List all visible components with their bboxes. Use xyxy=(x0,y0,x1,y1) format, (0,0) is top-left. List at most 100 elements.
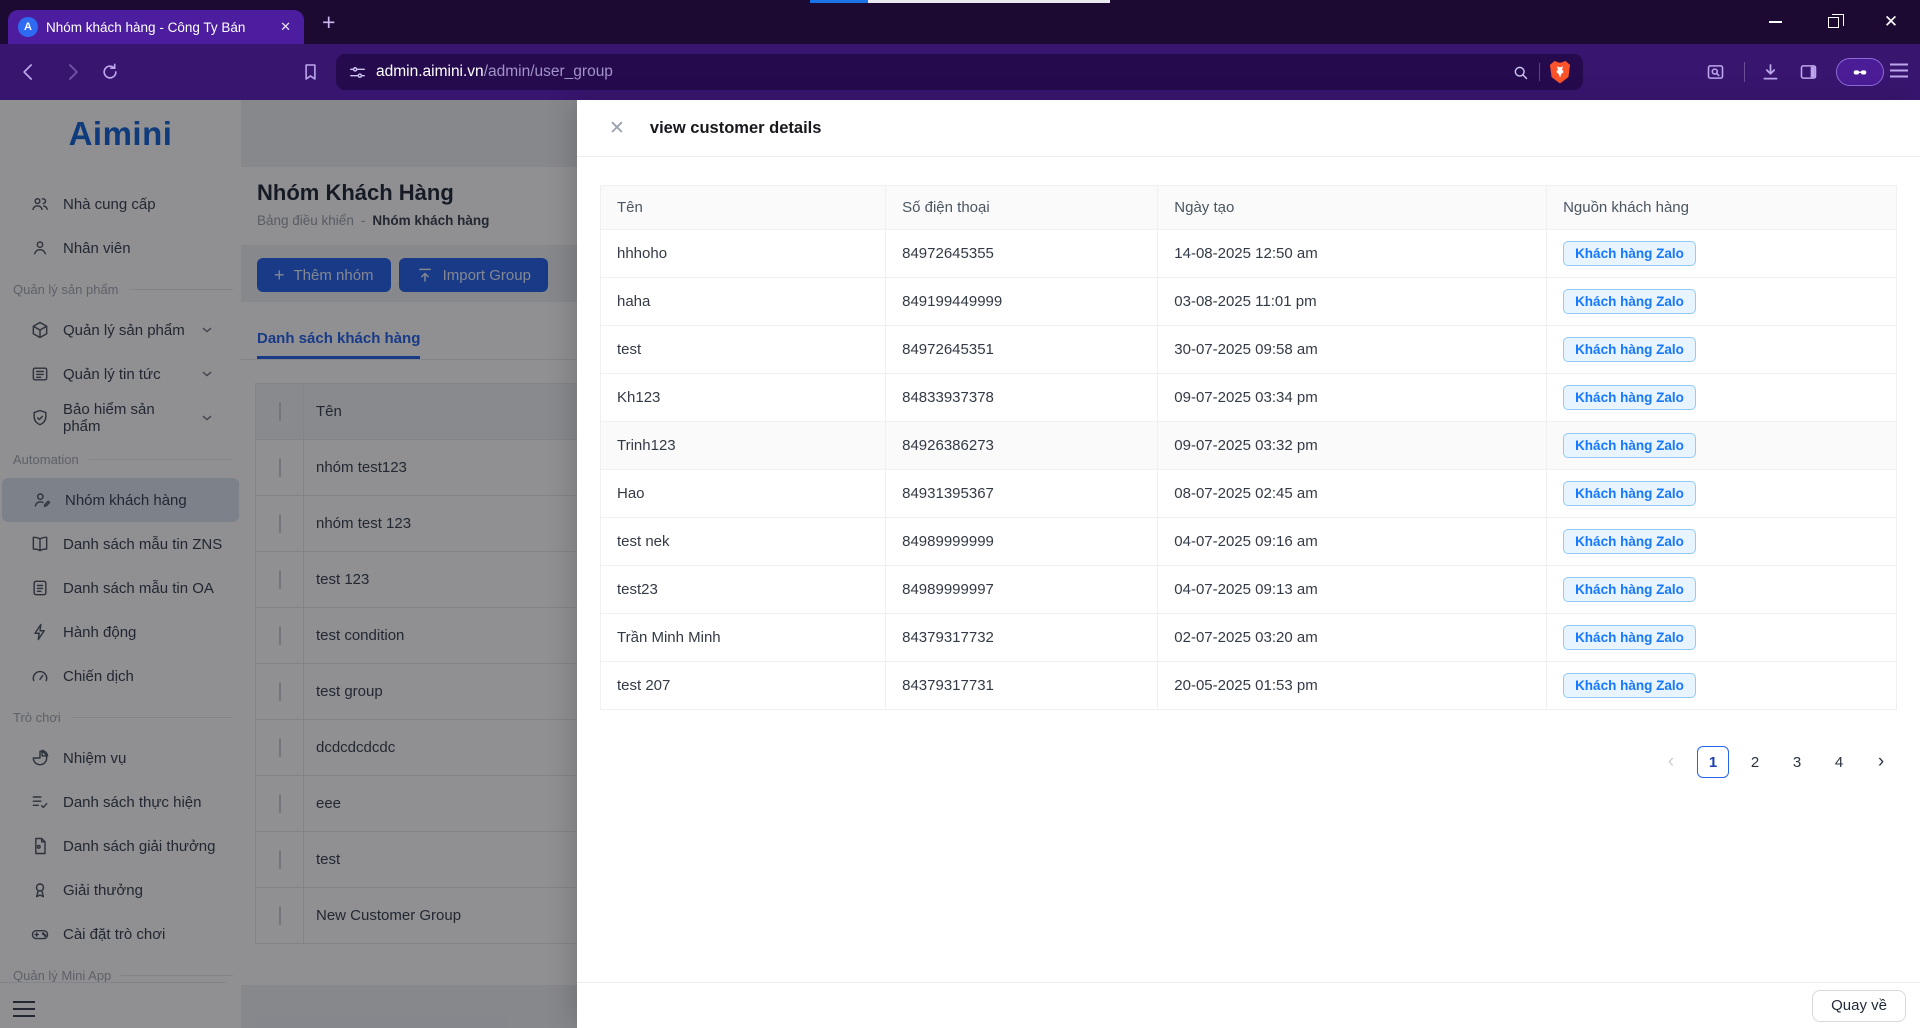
pagination-page-3[interactable]: 3 xyxy=(1781,746,1813,778)
pagination-next[interactable]: › xyxy=(1865,746,1897,778)
tab-close-icon[interactable]: ✕ xyxy=(277,19,294,35)
customer-phone-cell: 84833937378 xyxy=(885,373,1159,422)
customer-created-cell: 30-07-2025 09:58 am xyxy=(1157,325,1548,374)
url-host: admin.aimini.vn xyxy=(376,63,484,80)
vpn-glasses-icon xyxy=(1850,62,1870,82)
pagination-page-2[interactable]: 2 xyxy=(1739,746,1771,778)
customer-created-cell: 04-07-2025 09:16 am xyxy=(1157,517,1548,566)
column-header-nguon-khach-hang: Nguồn khách hàng xyxy=(1546,185,1897,230)
customer-name-cell: hhhoho xyxy=(599,229,887,278)
bookmark-icon[interactable] xyxy=(300,62,321,83)
drawer-header: ✕ view customer details xyxy=(577,100,1920,157)
customer-row[interactable]: Trinh123 84926386273 09-07-2025 03:32 pm Kh… xyxy=(599,421,1897,470)
url-divider xyxy=(1539,63,1540,81)
side-panel-icon[interactable] xyxy=(1798,62,1819,83)
customer-phone-cell: 84989999999 xyxy=(885,517,1159,566)
customer-source-cell: Khách hàng Zalo xyxy=(1546,325,1897,374)
customer-source-cell: Khách hàng Zalo xyxy=(1546,565,1897,614)
url-text: admin.aimini.vn/admin/user_group xyxy=(376,63,613,81)
brave-vpn-button[interactable] xyxy=(1836,58,1884,86)
customer-name-cell: Trinh123 xyxy=(599,421,887,470)
customer-source-cell: Khách hàng Zalo xyxy=(1546,661,1897,710)
brave-shields-icon[interactable] xyxy=(1549,60,1571,84)
new-tab-button[interactable]: + xyxy=(322,11,335,34)
address-bar[interactable]: admin.aimini.vn/admin/user_group xyxy=(336,54,1583,90)
customer-row[interactable]: Trần Minh Minh 84379317732 02-07-2025 03:2… xyxy=(599,613,1897,662)
search-tabs-icon[interactable] xyxy=(1705,62,1726,83)
customer-phone-cell: 84379317732 xyxy=(885,613,1159,662)
customer-phone-cell: 84989999997 xyxy=(885,565,1159,614)
customer-created-cell: 09-07-2025 03:32 pm xyxy=(1157,421,1548,470)
url-path: /admin/user_group xyxy=(483,63,613,80)
customer-source-cell: Khách hàng Zalo xyxy=(1546,613,1897,662)
customer-row[interactable]: haha 849199449999 03-08-2025 11:01 pm Khách… xyxy=(599,277,1897,326)
customer-phone-cell: 84972645351 xyxy=(885,325,1159,374)
customer-source-cell: Khách hàng Zalo xyxy=(1546,229,1897,278)
customer-created-cell: 02-07-2025 03:20 am xyxy=(1157,613,1548,662)
customer-row[interactable]: Kh123 84833937378 09-07-2025 03:34 pm Khách… xyxy=(599,373,1897,422)
pagination-prev: ‹ xyxy=(1667,751,1675,772)
customer-phone-cell: 84379317731 xyxy=(885,661,1159,710)
pagination: ‹ 1 2 3 4 › xyxy=(600,746,1897,778)
column-header-ngay-tao: Ngày tạo xyxy=(1157,185,1548,230)
reload-icon[interactable] xyxy=(100,62,120,82)
customer-phone-cell: 849199449999 xyxy=(885,277,1159,326)
browser-tab-active[interactable]: A Nhóm khách hàng - Công Ty Bán ✕ xyxy=(8,10,304,44)
toolbar-divider xyxy=(1744,62,1745,82)
customer-phone-cell: 84972645355 xyxy=(885,229,1159,278)
customer-table-header-row: Tên Số điện thoại Ngày tạo Nguồn khách hàng xyxy=(599,185,1897,230)
source-badge: Khách hàng Zalo xyxy=(1563,673,1696,698)
customer-row[interactable]: hhhoho 84972645355 14-08-2025 12:50 am Khác… xyxy=(599,229,1897,278)
customer-row[interactable]: test nek 84989999999 04-07-2025 09:16 am Kh… xyxy=(599,517,1897,566)
customer-source-cell: Khách hàng Zalo xyxy=(1546,421,1897,470)
customer-name-cell: test23 xyxy=(599,565,887,614)
search-icon[interactable] xyxy=(1511,63,1530,82)
customer-created-cell: 09-07-2025 03:34 pm xyxy=(1157,373,1548,422)
source-badge: Khách hàng Zalo xyxy=(1563,529,1696,554)
drawer-body: Tên Số điện thoại Ngày tạo Nguồn khách hàng… xyxy=(577,157,1920,982)
customer-source-cell: Khách hàng Zalo xyxy=(1546,469,1897,518)
customer-name-cell: Kh123 xyxy=(599,373,887,422)
drawer-footer: Quay về xyxy=(577,982,1920,1028)
window-close-button[interactable]: ✕ xyxy=(1862,0,1920,44)
customer-created-cell: 04-07-2025 09:13 am xyxy=(1157,565,1548,614)
tab-title: Nhóm khách hàng - Công Ty Bán xyxy=(46,19,246,35)
customer-created-cell: 08-07-2025 02:45 am xyxy=(1157,469,1548,518)
customer-row[interactable]: test 84972645351 30-07-2025 09:58 am Khách … xyxy=(599,325,1897,374)
source-badge: Khách hàng Zalo xyxy=(1563,337,1696,362)
source-badge: Khách hàng Zalo xyxy=(1563,289,1696,314)
minimize-icon xyxy=(1768,21,1782,23)
source-badge: Khách hàng Zalo xyxy=(1563,241,1696,266)
restore-icon xyxy=(1827,13,1844,28)
customer-name-cell: Hao xyxy=(599,469,887,518)
back-icon[interactable] xyxy=(18,62,39,83)
page: Aimini Nhà cung cấp Nhân viên Quản lý sản … xyxy=(0,100,1920,1028)
downloads-icon[interactable] xyxy=(1760,62,1781,83)
customer-source-cell: Khách hàng Zalo xyxy=(1546,517,1897,566)
column-header-ten: Tên xyxy=(599,185,887,230)
pagination-page-1[interactable]: 1 xyxy=(1697,746,1729,778)
site-settings-icon[interactable] xyxy=(348,63,367,82)
customer-source-cell: Khách hàng Zalo xyxy=(1546,373,1897,422)
customer-name-cell: Trần Minh Minh xyxy=(599,613,887,662)
customer-row[interactable]: test23 84989999997 04-07-2025 09:13 am Khác… xyxy=(599,565,1897,614)
forward-icon[interactable] xyxy=(62,62,83,83)
window-minimize-button[interactable] xyxy=(1746,0,1804,44)
back-button[interactable]: Quay về xyxy=(1812,989,1906,1022)
progress-strip-blue xyxy=(810,0,868,3)
progress-strip xyxy=(810,0,1110,3)
customer-table: Tên Số điện thoại Ngày tạo Nguồn khách hàng… xyxy=(599,185,1897,710)
customer-row[interactable]: test 207 84379317731 20-05-2025 01:53 pm Kh… xyxy=(599,661,1897,710)
close-icon[interactable]: ✕ xyxy=(609,119,625,138)
customer-row[interactable]: Hao 84931395367 08-07-2025 02:45 am Khách h… xyxy=(599,469,1897,518)
customer-source-cell: Khách hàng Zalo xyxy=(1546,277,1897,326)
browser-menu-icon[interactable] xyxy=(1890,63,1908,81)
window-restore-button[interactable] xyxy=(1804,0,1862,44)
source-badge: Khách hàng Zalo xyxy=(1563,625,1696,650)
browser-toolbar: admin.aimini.vn/admin/user_group xyxy=(0,44,1920,100)
source-badge: Khách hàng Zalo xyxy=(1563,385,1696,410)
browser-tab-bar: A Nhóm khách hàng - Công Ty Bán ✕ + ✕ xyxy=(0,0,1920,44)
customer-phone-cell: 84926386273 xyxy=(885,421,1159,470)
pagination-page-4[interactable]: 4 xyxy=(1823,746,1855,778)
customer-details-drawer: ✕ view customer details Tên Số điện thoại… xyxy=(577,100,1920,1028)
